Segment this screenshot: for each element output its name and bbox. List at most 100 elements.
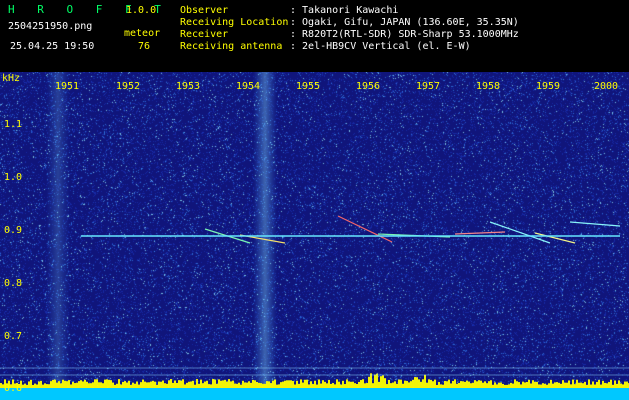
baseline-spike [114,385,116,388]
x-tick-1951: 1951 [55,82,79,92]
baseline-spike [574,384,576,388]
baseline-spike [126,383,128,388]
baseline-spike [84,380,86,388]
x-tick-1959: 1959 [536,82,560,92]
baseline-spike [450,383,452,388]
baseline-spike [268,381,270,388]
baseline-spike [528,380,530,388]
baseline-spike [594,385,596,388]
baseline-spike [372,383,374,388]
baseline-spike [516,381,518,388]
baseline-spike [206,381,208,388]
baseline-spike [0,383,2,388]
baseline-spike [420,382,422,388]
baseline-spike [254,380,256,388]
baseline-spike [570,384,572,388]
baseline-spike [284,381,286,388]
receiving-location-label: Receiving Location [180,17,288,28]
baseline-spike [196,379,198,388]
baseline-spike [622,384,624,388]
baseline-spike [430,380,432,388]
baseline-spike [148,382,150,388]
baseline-spike [378,382,380,388]
baseline-spike [322,380,324,388]
baseline-spike [572,380,574,388]
baseline-spike [554,382,556,388]
baseline-spike [240,385,242,388]
baseline-spike [520,384,522,388]
baseline-spike [340,385,342,388]
baseline-spike [524,382,526,388]
baseline-spike [498,383,500,388]
baseline-spike [118,379,120,388]
baseline-spike [320,384,322,388]
baseline-spike [162,381,164,388]
baseline-spike [68,380,70,388]
grid-lines [0,368,629,375]
baseline-spike [134,384,136,388]
baseline-spike [606,383,608,388]
baseline-spike [400,380,402,388]
baseline-spike [120,385,122,388]
baseline-spike [264,384,266,388]
baseline-spike [464,382,466,388]
baseline-spike [354,383,356,388]
x-tick-1958: 1958 [476,82,500,92]
baseline-spike [510,383,512,388]
baseline-spike [512,384,514,388]
baseline-spike [448,380,450,388]
baseline-spike [410,381,412,388]
baseline-spike [492,385,494,388]
baseline-spike [460,381,462,388]
baseline-spike [88,383,90,388]
baseline-spike [402,384,404,388]
baseline-spike [484,381,486,388]
baseline-spike [228,379,230,388]
baseline-spike [610,380,612,388]
baseline-spike [598,380,600,388]
baseline-spike [200,380,202,388]
baseline-spike [414,377,416,388]
baseline-spike [94,379,96,388]
baseline-spike [500,382,502,388]
baseline-spike [336,379,338,388]
baseline-spike [250,383,252,388]
baseline-spike [216,384,218,388]
baseline-spike [316,385,318,388]
date-time-stamp: 25.04.25 19:50 [10,41,94,52]
baseline-spike [140,382,142,388]
x-tick-1955: 1955 [296,82,320,92]
baseline-spike [564,383,566,388]
baseline-spike [626,382,628,388]
baseline-spike [446,381,448,388]
baseline-spike [128,381,130,388]
baseline-spike [222,380,224,388]
baseline-spike [246,383,248,388]
observer-value: : Takanori Kawachi [290,5,398,16]
baseline-spike [244,382,246,388]
baseline-spike [396,384,398,388]
baseline-spike [502,384,504,388]
baseline-spike [234,384,236,388]
baseline-spike [338,382,340,388]
receiver-value: : R820T2(RTL-SDR) SDR-Sharp 53.1000MHz [290,29,519,40]
baseline-spike [174,380,176,388]
baseline-spike [470,383,472,388]
baseline-spike [186,383,188,388]
baseline-spike [438,382,440,388]
hroff-screen: H R O F F T 1.0.0 2504251950.png 25.04.2… [0,0,629,400]
baseline-spike [548,383,550,388]
baseline-spike [180,381,182,388]
baseline-spike [108,380,110,388]
baseline-spike [408,382,410,388]
baseline-spike [434,380,436,388]
baseline-spike [358,382,360,388]
baseline-spike [302,383,304,388]
baseline-spike [34,384,36,388]
baseline-spike [364,383,366,388]
baseline-spike [562,380,564,388]
meteor-label: meteor [124,28,160,39]
x-tick-1952: 1952 [116,82,140,92]
baseline-spike [424,375,426,388]
baseline-spike [604,383,606,388]
